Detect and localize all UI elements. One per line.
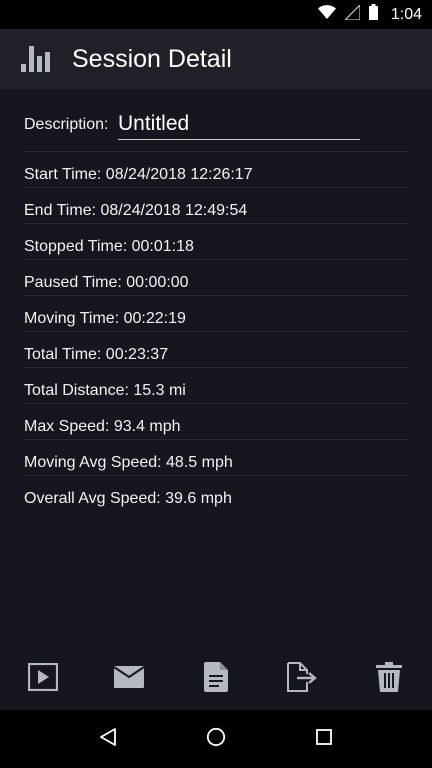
moving-avg-speed-text: Moving Avg Speed: 48.5 mph [24, 454, 233, 471]
stat-row-stopped-time: Stopped Time: 00:01:18 [24, 224, 408, 260]
wifi-icon [317, 5, 336, 24]
total-time-text: Total Time: 00:23:37 [24, 346, 169, 363]
status-bar: 1:04 [0, 0, 432, 29]
email-icon [113, 665, 145, 693]
signal-icon [343, 2, 361, 25]
session-detail-screen: 1:04 Session Detail Description: Start T… [0, 0, 432, 768]
navigation-bar [0, 710, 432, 768]
total-distance-text: Total Distance: 15.3 mi [24, 382, 186, 399]
recents-icon [315, 728, 333, 751]
stat-row-total-distance: Total Distance: 15.3 mi [24, 368, 408, 404]
stat-row-max-speed: Max Speed: 93.4 mph [24, 404, 408, 440]
back-button[interactable] [97, 727, 119, 752]
stat-row-overall-avg-speed: Overall Avg Speed: 39.6 mph [24, 476, 408, 511]
description-input[interactable] [118, 109, 360, 140]
session-details: Description: Start Time: 08/24/2018 12:2… [24, 89, 408, 511]
stat-row-end-time: End Time: 08/24/2018 12:49:54 [24, 188, 408, 224]
end-time-text: End Time: 08/24/2018 12:49:54 [24, 202, 248, 219]
play-icon [27, 662, 59, 696]
stat-row-total-time: Total Time: 00:23:37 [24, 332, 408, 368]
recents-button[interactable] [313, 728, 335, 750]
max-speed-text: Max Speed: 93.4 mph [24, 418, 181, 435]
back-icon [99, 727, 117, 752]
export-button[interactable] [286, 661, 318, 697]
battery-icon [368, 4, 378, 25]
stat-row-moving-avg-speed: Moving Avg Speed: 48.5 mph [24, 440, 408, 476]
status-time: 1:04 [390, 5, 422, 23]
page-title: Session Detail [72, 45, 232, 73]
play-button[interactable] [27, 662, 59, 696]
home-icon [206, 727, 226, 752]
bar-chart-icon [21, 44, 51, 72]
email-button[interactable] [113, 664, 145, 694]
start-time-text: Start Time: 08/24/2018 12:26:17 [24, 166, 253, 183]
stat-row-paused-time: Paused Time: 00:00:00 [24, 260, 408, 296]
export-icon [286, 661, 318, 697]
report-button[interactable] [201, 661, 231, 697]
home-button[interactable] [205, 727, 227, 752]
description-row: Description: [24, 89, 408, 152]
moving-time-text: Moving Time: 00:22:19 [24, 310, 186, 327]
stat-row-moving-time: Moving Time: 00:22:19 [24, 296, 408, 332]
paused-time-text: Paused Time: 00:00:00 [24, 274, 189, 291]
overall-avg-speed-text: Overall Avg Speed: 39.6 mph [24, 490, 232, 507]
action-bar: Session Detail [0, 29, 432, 89]
trash-icon [376, 661, 402, 697]
document-icon [204, 661, 228, 697]
delete-button[interactable] [374, 661, 404, 697]
bottom-toolbar [0, 656, 432, 702]
stat-row-start-time: Start Time: 08/24/2018 12:26:17 [24, 152, 408, 188]
stopped-time-text: Stopped Time: 00:01:18 [24, 238, 194, 255]
description-label: Description: [24, 116, 109, 133]
